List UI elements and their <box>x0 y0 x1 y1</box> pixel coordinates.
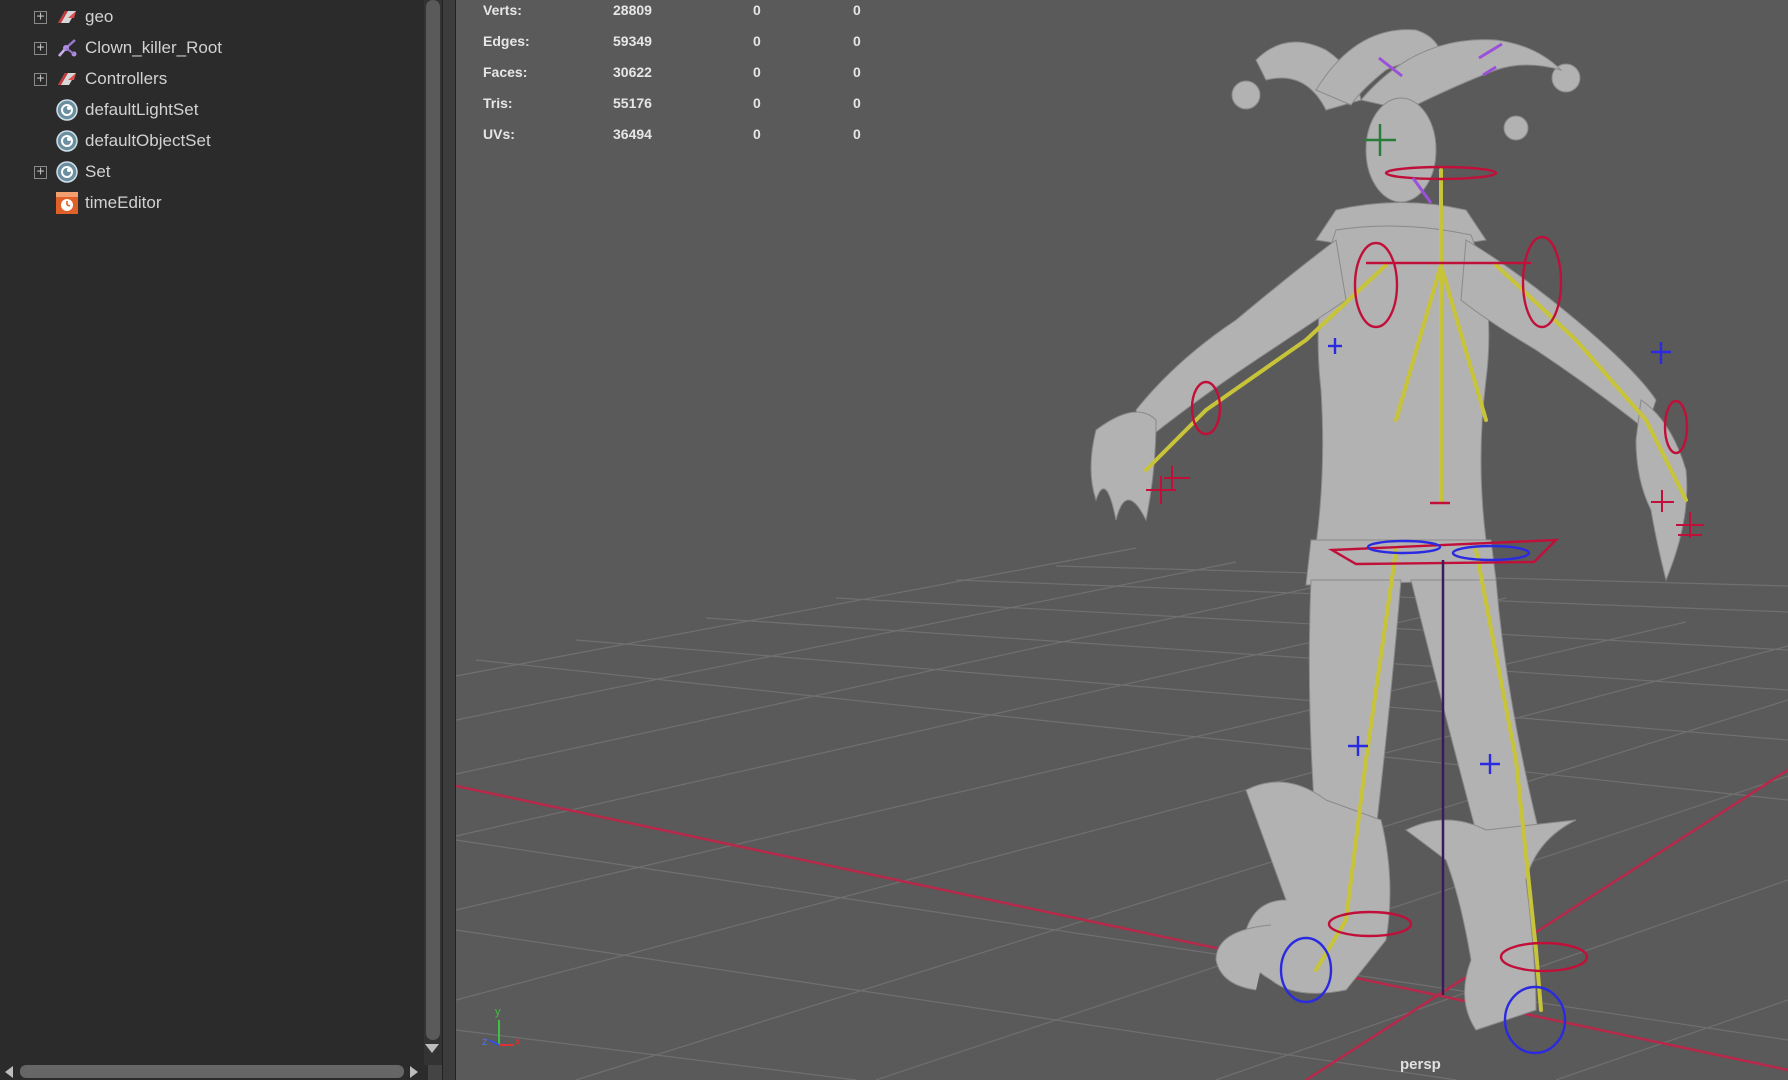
expand-toggle-icon[interactable]: + <box>34 165 47 179</box>
hud-value: 0 <box>853 2 861 18</box>
hud-value: 0 <box>853 64 861 80</box>
hud-label: UVs: <box>483 126 515 142</box>
outliner-item-time-editor[interactable]: timeEditor <box>0 188 420 218</box>
hud-value: 30622 <box>613 64 652 80</box>
expand-toggle-icon[interactable]: + <box>34 10 47 24</box>
outliner-item-geo[interactable]: + geo <box>0 2 420 32</box>
outliner-item-set[interactable]: + Set <box>0 157 420 187</box>
outliner-item-label: Clown_killer_Root <box>85 38 223 57</box>
outliner-item-label: Controllers <box>85 69 168 88</box>
expand-toggle-icon[interactable]: + <box>34 72 47 86</box>
joint-icon <box>58 39 77 57</box>
hud-value: 0 <box>853 95 861 111</box>
camera-name-label: persp <box>1400 1056 1441 1073</box>
set-icon <box>56 161 78 183</box>
character-mesh <box>1090 29 1688 1031</box>
scroll-right-arrow-icon[interactable] <box>410 1066 418 1078</box>
axis-z-label: z <box>482 1036 488 1048</box>
outliner-item-label: Set <box>85 162 111 181</box>
hud-value: 28809 <box>613 2 652 18</box>
axis-y-label: y <box>495 1006 501 1018</box>
view-axis-gizmo <box>488 1020 514 1046</box>
hud-value: 59349 <box>613 33 652 49</box>
outliner-item-controllers[interactable]: + Controllers <box>0 64 420 94</box>
hud-value: 0 <box>753 33 761 49</box>
outliner-item-label: timeEditor <box>85 193 162 212</box>
hud-label: Tris: <box>483 95 513 111</box>
outliner-item-default-light-set[interactable]: defaultLightSet <box>0 95 420 125</box>
axis-x-label: x <box>515 1036 521 1048</box>
expand-toggle-icon[interactable]: + <box>34 41 47 55</box>
outliner-item-default-object-set[interactable]: defaultObjectSet <box>0 126 420 156</box>
viewport-scene <box>456 29 1788 1080</box>
hud-value: 0 <box>753 2 761 18</box>
outliner-panel: + geo + Clown_killer_Root + Controllers <box>0 0 442 1080</box>
outliner-item-label: defaultLightSet <box>85 100 199 119</box>
hud-value: 0 <box>753 64 761 80</box>
scroll-left-arrow-icon[interactable] <box>5 1066 13 1078</box>
outliner-item-label: geo <box>85 7 114 26</box>
panel-splitter[interactable] <box>442 0 456 1080</box>
hud-value: 55176 <box>613 95 652 111</box>
hud-value: 0 <box>753 126 761 142</box>
set-icon <box>56 130 78 152</box>
persp-viewport[interactable]: Verts: 28809 0 0 Edges: 59349 0 0 Faces:… <box>456 0 1788 1080</box>
hud-value: 0 <box>753 95 761 111</box>
hud-label: Edges: <box>483 33 530 49</box>
hud-value: 0 <box>853 126 861 142</box>
hud-label: Faces: <box>483 64 528 80</box>
outliner-item-clown-killer-root[interactable]: + Clown_killer_Root <box>0 33 420 63</box>
scroll-down-arrow-icon[interactable] <box>425 1044 439 1053</box>
transform-icon <box>58 73 76 85</box>
set-icon <box>56 99 78 121</box>
outliner-horizontal-scroll-thumb[interactable] <box>20 1065 404 1078</box>
hud-value: 36494 <box>613 126 652 142</box>
ground-grid <box>456 547 1788 1080</box>
grid-axis-lines <box>456 768 1788 1080</box>
hud-label: Verts: <box>483 2 522 18</box>
time-editor-icon <box>56 192 78 214</box>
outliner-vertical-scroll-thumb[interactable] <box>426 0 440 1040</box>
transform-icon <box>58 11 76 23</box>
hud-value: 0 <box>853 33 861 49</box>
outliner-item-label: defaultObjectSet <box>85 131 211 150</box>
